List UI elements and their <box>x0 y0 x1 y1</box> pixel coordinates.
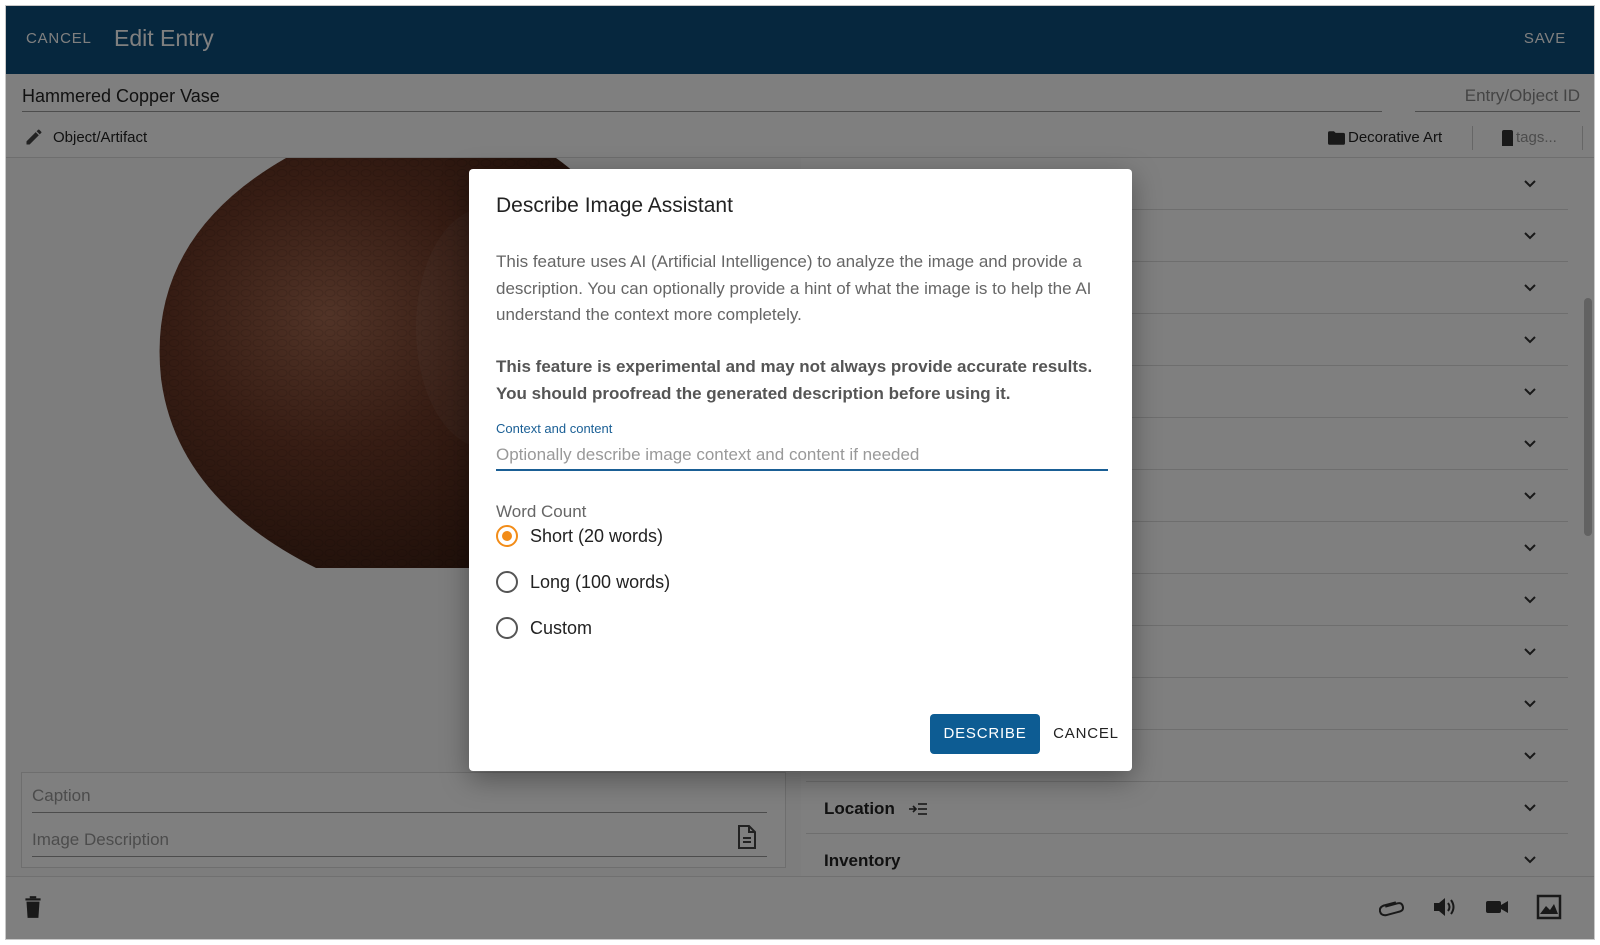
dialog-cancel-button[interactable]: CANCEL <box>1051 714 1121 754</box>
radio-button[interactable] <box>496 571 518 593</box>
describe-image-dialog: Describe Image Assistant This feature us… <box>469 169 1132 771</box>
dialog-description: This feature uses AI (Artificial Intelli… <box>496 252 1092 324</box>
word-count-label: Word Count <box>496 502 587 521</box>
app-window: CANCEL Edit Entry SAVE Hammered Copper V… <box>5 5 1595 940</box>
context-input[interactable] <box>496 441 1108 471</box>
radio-button[interactable] <box>496 617 518 639</box>
describe-button[interactable]: DESCRIBE <box>930 714 1040 754</box>
radio-label: Short (20 words) <box>530 526 664 546</box>
radio-label: Custom <box>530 618 593 638</box>
context-field-label: Context and content <box>496 421 613 436</box>
dialog-warning: This feature is experimental and may not… <box>496 357 1093 403</box>
radio-label: Long (100 words) <box>530 572 671 592</box>
dialog-title: Describe Image Assistant <box>496 194 733 217</box>
radio-button-checked[interactable] <box>496 525 518 547</box>
